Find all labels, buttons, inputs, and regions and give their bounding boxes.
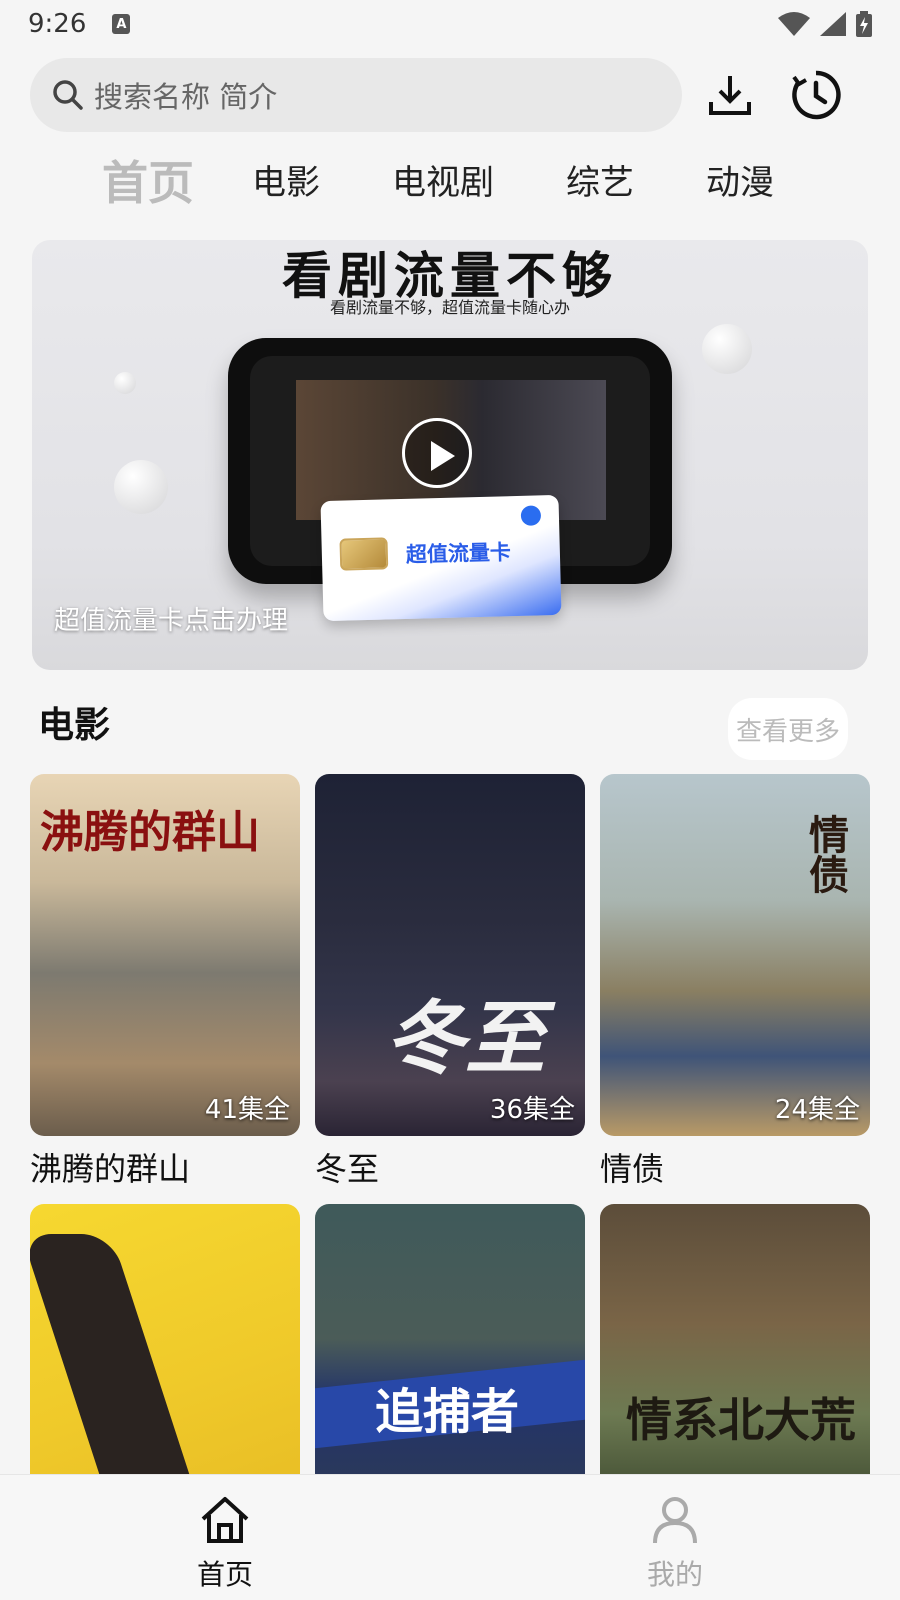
poster-title-art: 情债 <box>802 814 848 894</box>
tab-tv-series[interactable]: 电视剧 <box>392 148 494 218</box>
download-icon <box>709 76 751 115</box>
battery-icon <box>856 11 872 37</box>
bubble-decoration <box>702 324 752 374</box>
history-button[interactable] <box>786 65 846 125</box>
movie-card[interactable] <box>30 1204 300 1504</box>
section-title: 电影 <box>38 705 111 746</box>
episode-badge: 36集全 <box>489 1095 575 1125</box>
tab-home[interactable]: 首页 <box>102 148 194 218</box>
poster-title-art: 沸腾的群山 <box>40 807 260 858</box>
tab-anime[interactable]: 动漫 <box>706 148 774 218</box>
movie-title: 情债 <box>600 1150 665 1188</box>
nav-home-label: 首页 <box>196 1558 253 1591</box>
sim-chip-icon <box>339 537 389 571</box>
movie-title: 沸腾的群山 <box>30 1150 191 1188</box>
see-more-button[interactable]: 查看更多 <box>728 698 848 760</box>
wifi-icon <box>778 12 810 36</box>
movie-poster: 情债 24集全 <box>600 774 870 1136</box>
nav-home[interactable]: 首页 <box>165 1495 285 1593</box>
status-time: 9:26 <box>28 9 87 39</box>
promo-banner[interactable]: 看剧流量不够 看剧流量不够，超值流量卡随心办 超值流量卡 超值流量卡点击办理 <box>32 240 868 670</box>
sim-card-label: 超值流量卡 <box>405 540 512 567</box>
movie-card[interactable]: 追捕者 <box>315 1204 585 1504</box>
status-bar: 9:26 A <box>0 0 900 48</box>
bottom-nav: 首页 我的 <box>0 1474 900 1600</box>
movie-poster <box>30 1204 300 1504</box>
movie-poster: 沸腾的群山 41集全 <box>30 774 300 1136</box>
keyboard-notification-icon: A <box>112 14 131 34</box>
episode-badge: 41集全 <box>204 1095 290 1125</box>
search-row: 搜索名称 简介 <box>30 58 870 132</box>
home-icon <box>201 1497 249 1543</box>
banner-caption: 超值流量卡点击办理 <box>54 606 289 636</box>
movie-title: 冬至 <box>315 1150 380 1188</box>
nav-profile[interactable]: 我的 <box>615 1495 735 1593</box>
movie-card[interactable]: 情债 24集全 情债 <box>600 774 870 1190</box>
category-tabs: 首页 电影 电视剧 综艺 动漫 <box>0 148 900 218</box>
tab-movies[interactable]: 电影 <box>252 148 320 218</box>
play-dot-icon <box>520 505 542 526</box>
search-placeholder: 搜索名称 简介 <box>94 80 278 114</box>
poster-title-art: 追捕者 <box>375 1384 520 1440</box>
history-icon <box>792 70 841 120</box>
movie-poster: 追捕者 <box>315 1204 585 1504</box>
user-icon <box>653 1497 697 1544</box>
movie-poster: 冬至 36集全 <box>315 774 585 1136</box>
download-button[interactable] <box>700 65 760 125</box>
nav-profile-label: 我的 <box>646 1558 703 1591</box>
bubble-decoration <box>114 460 168 514</box>
search-icon <box>53 80 83 110</box>
tab-variety[interactable]: 综艺 <box>566 148 634 218</box>
bubble-decoration <box>114 372 136 394</box>
episode-badge: 24集全 <box>774 1095 860 1125</box>
movie-card[interactable]: 情系北大荒 <box>600 1204 870 1504</box>
movie-card[interactable]: 冬至 36集全 冬至 <box>315 774 585 1190</box>
sim-card-illustration: 超值流量卡 <box>320 494 562 622</box>
poster-title-art: 情系北大荒 <box>626 1393 856 1447</box>
poster-silhouette <box>30 1234 209 1504</box>
search-input[interactable]: 搜索名称 简介 <box>30 58 682 132</box>
cell-signal-icon <box>820 12 846 36</box>
movie-poster: 情系北大荒 <box>600 1204 870 1504</box>
play-icon <box>402 418 472 488</box>
section-header: 电影 查看更多 <box>30 690 848 760</box>
movie-card[interactable]: 沸腾的群山 41集全 沸腾的群山 <box>30 774 300 1190</box>
banner-subtitle: 看剧流量不够，超值流量卡随心办 <box>329 298 570 317</box>
poster-title-art: 冬至 <box>385 992 545 1085</box>
